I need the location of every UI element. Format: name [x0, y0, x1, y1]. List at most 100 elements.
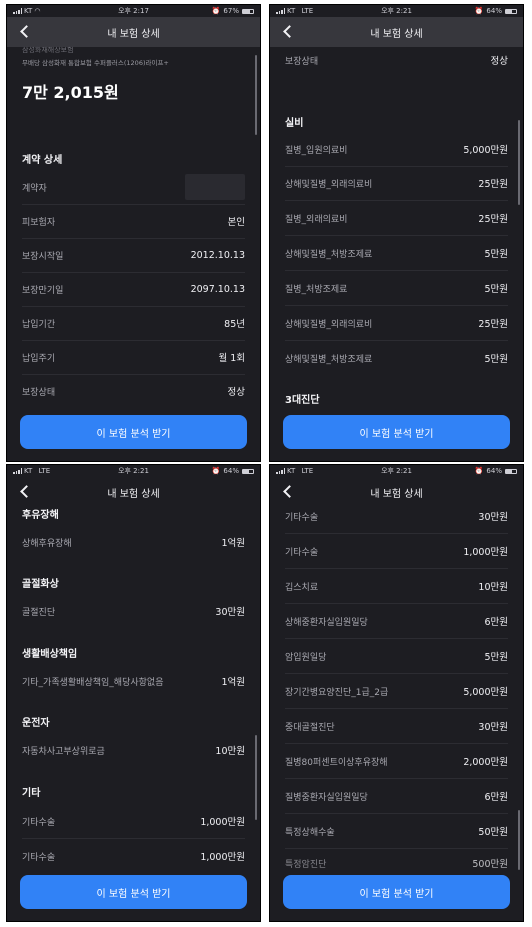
nav-bar: 내 보험 상세 — [7, 17, 260, 47]
status-bar: KT LTE 오후 2:21 ⏰ 64% — [270, 5, 523, 17]
row-value: 본인 — [227, 217, 245, 228]
section-title-three-major: 3대진단 — [285, 395, 320, 406]
row-insured: 피보험자 본인 — [22, 204, 245, 239]
screen-contract-detail: KT ◠ 오후 2:17 ⏰ 67% 내 보험 상세 삼성화재해상보험 무배당 삼성… — [6, 4, 261, 462]
scrollbar[interactable] — [255, 55, 257, 135]
clock: 오후 2:21 — [381, 467, 412, 475]
battery-percent: 67% — [223, 7, 239, 15]
section-title-medical: 실비 — [285, 118, 304, 129]
row-label: 기타수술 — [285, 547, 319, 558]
row-label: 특정암진단 — [285, 859, 327, 870]
row-value: 30만원 — [478, 512, 508, 523]
carrier-label: KT — [287, 467, 296, 475]
scrollbar[interactable] — [255, 735, 257, 820]
row-value: 5만원 — [484, 354, 508, 365]
row-value: 5만원 — [484, 284, 508, 295]
battery-icon — [241, 8, 254, 14]
screen-coverage-list: KT LTE 오후 2:21 ⏰ 64% 내 보험 상세 기타수술 30만원 기타수… — [269, 464, 524, 922]
row-value: 1,000만원 — [463, 547, 508, 558]
scrollbar[interactable] — [518, 810, 520, 870]
nav-bar: 내 보험 상세 — [270, 477, 523, 507]
coverage-row: 질병_입원의료비 5,000만원 — [285, 132, 508, 167]
row-label: 피보험자 — [22, 217, 56, 228]
row-label: 골절진단 — [22, 607, 56, 618]
row-label: 상해후유장해 — [22, 538, 72, 549]
battery-percent: 64% — [486, 467, 502, 475]
network-label: LTE — [301, 7, 314, 15]
row-value: 500만원 — [472, 859, 508, 870]
row-value: 50만원 — [478, 827, 508, 838]
row-label: 암입원일당 — [285, 652, 327, 663]
row-value: 5,000만원 — [463, 145, 508, 156]
row-value: 25만원 — [478, 214, 508, 225]
back-button[interactable] — [17, 23, 33, 41]
row-value: 월 1회 — [218, 353, 245, 364]
coverage-row: 기타수술 1,000만원 — [22, 804, 245, 839]
row-value: 1억원 — [221, 538, 245, 549]
section-title: 기타 — [22, 788, 41, 799]
row-label: 보장상태 — [285, 56, 319, 67]
row-value: 5,000만원 — [463, 687, 508, 698]
signal-icon — [276, 468, 285, 474]
row-value: 85년 — [224, 319, 245, 330]
section-title: 운전자 — [22, 718, 50, 729]
analyze-insurance-button[interactable]: 이 보험 분석 받기 — [283, 875, 510, 909]
row-value: 2,000만원 — [463, 757, 508, 768]
row-label: 상해및질병_외래의료비 — [285, 319, 373, 330]
row-label: 질병_처방조제료 — [285, 284, 348, 295]
coverage-row: 질병중환자실입원일당 6만원 — [285, 779, 508, 814]
row-label: 질병80퍼센트이상후유장해 — [285, 757, 388, 768]
coverage-row: 상해및질병_외래의료비 25만원 — [285, 306, 508, 341]
alarm-icon: ⏰ — [211, 467, 221, 475]
coverage-row: 기타수술 1,000만원 — [285, 534, 508, 569]
row-label: 보장만기일 — [22, 285, 64, 296]
section-title-contract: 계약 상세 — [22, 155, 63, 166]
row-label: 계약자 — [22, 183, 47, 194]
alarm-icon: ⏰ — [474, 7, 484, 15]
row-label: 깁스치료 — [285, 582, 319, 593]
nav-title: 내 보험 상세 — [370, 488, 423, 500]
carrier-label: KT — [24, 7, 33, 15]
row-value: 6만원 — [484, 792, 508, 803]
row-label: 질병_입원의료비 — [285, 145, 348, 156]
analyze-insurance-button[interactable]: 이 보험 분석 받기 — [20, 415, 247, 449]
row-start-date: 보장시작일 2012.10.13 — [22, 238, 245, 273]
row-value: 1억원 — [221, 677, 245, 688]
analyze-insurance-button[interactable]: 이 보험 분석 받기 — [20, 875, 247, 909]
network-label: LTE — [301, 467, 314, 475]
coverage-row: 중대골절진단 30만원 — [285, 709, 508, 744]
wifi-icon: ◠ — [34, 7, 41, 15]
row-value: 2012.10.13 — [190, 249, 245, 261]
row-label: 장기간병요양진단_1급_2급 — [285, 687, 389, 698]
signal-icon — [13, 468, 22, 474]
analyze-insurance-button[interactable]: 이 보험 분석 받기 — [283, 415, 510, 449]
battery-percent: 64% — [486, 7, 502, 15]
battery-icon — [504, 468, 517, 474]
row-label: 상해및질병_외래의료비 — [285, 179, 373, 190]
coverage-row: 암입원일당 5만원 — [285, 639, 508, 674]
row-label: 보장시작일 — [22, 251, 64, 262]
coverage-row: 질병_외래의료비 25만원 — [285, 201, 508, 236]
coverage-row: 장기간병요양진단_1급_2급 5,000만원 — [285, 674, 508, 709]
back-button[interactable] — [280, 483, 296, 501]
clock: 오후 2:17 — [118, 7, 149, 15]
row-value: 10만원 — [215, 746, 245, 757]
row-label: 질병중환자실입원일당 — [285, 792, 368, 803]
network-label: LTE — [38, 467, 51, 475]
row-label: 기타수술 — [285, 512, 319, 523]
coverage-row: 상해후유장해 1억원 — [22, 525, 245, 559]
back-button[interactable] — [280, 23, 296, 41]
coverage-row: 상해및질병_처방조제료 5만원 — [285, 341, 508, 375]
back-button[interactable] — [17, 483, 33, 501]
scrollbar[interactable] — [518, 120, 520, 205]
row-status: 보장상태 정상 — [285, 43, 508, 77]
screen-coverage-medical: KT LTE 오후 2:21 ⏰ 64% 내 보험 상세 보장상태 정상 실비 질병… — [269, 4, 524, 462]
row-value: 6만원 — [484, 617, 508, 628]
coverage-row: 질병_처방조제료 5만원 — [285, 271, 508, 306]
clock: 오후 2:21 — [381, 7, 412, 15]
row-value: 1,000만원 — [200, 817, 245, 828]
row-value: 30만원 — [478, 722, 508, 733]
row-value: 정상 — [227, 387, 245, 398]
coverage-row: 질병80퍼센트이상후유장해 2,000만원 — [285, 744, 508, 779]
row-value: 5만원 — [484, 249, 508, 260]
